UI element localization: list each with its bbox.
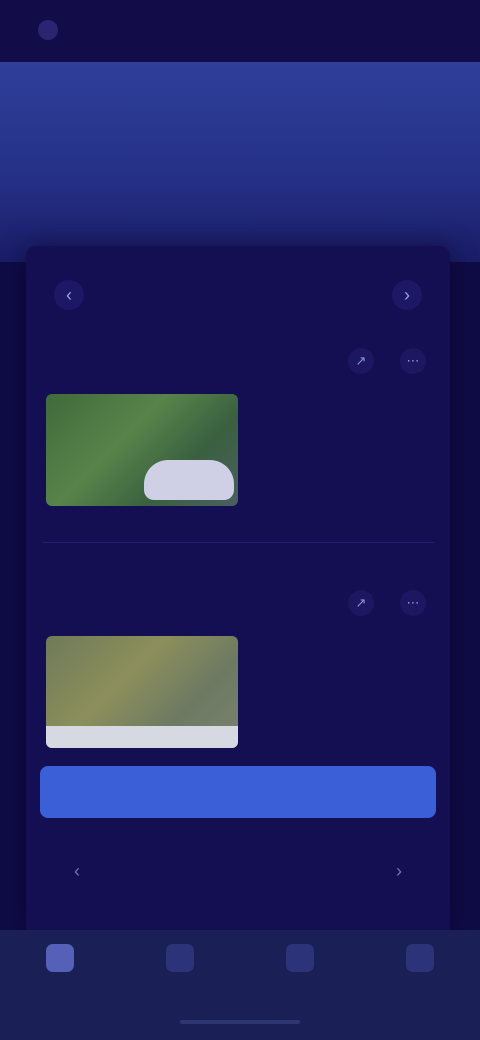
image-band: [46, 726, 238, 748]
app-indicator-icon: [38, 20, 58, 40]
cloud-shape: [144, 460, 234, 500]
chevron-left-icon[interactable]: ‹: [62, 856, 92, 886]
card-header: ‹ ›: [26, 274, 450, 314]
pager: ‹ ›: [26, 846, 450, 896]
share-icon[interactable]: ↗: [348, 590, 374, 616]
status-bar: [0, 0, 480, 62]
home-icon: [46, 944, 74, 972]
tab-bar: [0, 164, 480, 198]
bookmark-icon: [286, 944, 314, 972]
chevron-left-icon[interactable]: ‹: [54, 280, 84, 310]
share-icon[interactable]: ↗: [348, 348, 374, 374]
fact-image: [46, 394, 238, 506]
bottom-navigation: [0, 930, 480, 1040]
chevron-right-icon[interactable]: ›: [392, 280, 422, 310]
more-icon[interactable]: ⋯: [400, 590, 426, 616]
divider: [42, 542, 434, 543]
home-indicator: [180, 1020, 300, 1024]
nav-item-saved[interactable]: [270, 944, 330, 1004]
fact-item: ↗ ⋯: [26, 348, 450, 554]
nav-item-profile[interactable]: [390, 944, 450, 1004]
primary-action-button[interactable]: [40, 766, 436, 818]
nav-item-explore[interactable]: [150, 944, 210, 1004]
page-header: [0, 62, 480, 262]
nav-item-home[interactable]: [30, 944, 90, 1004]
explore-icon: [166, 944, 194, 972]
chevron-right-icon[interactable]: ›: [384, 856, 414, 886]
profile-icon: [406, 944, 434, 972]
content-card: ‹ › ↗ ⋯ ↗ ⋯ ‹ ›: [26, 246, 450, 936]
more-icon[interactable]: ⋯: [400, 348, 426, 374]
fact-image: [46, 636, 238, 748]
